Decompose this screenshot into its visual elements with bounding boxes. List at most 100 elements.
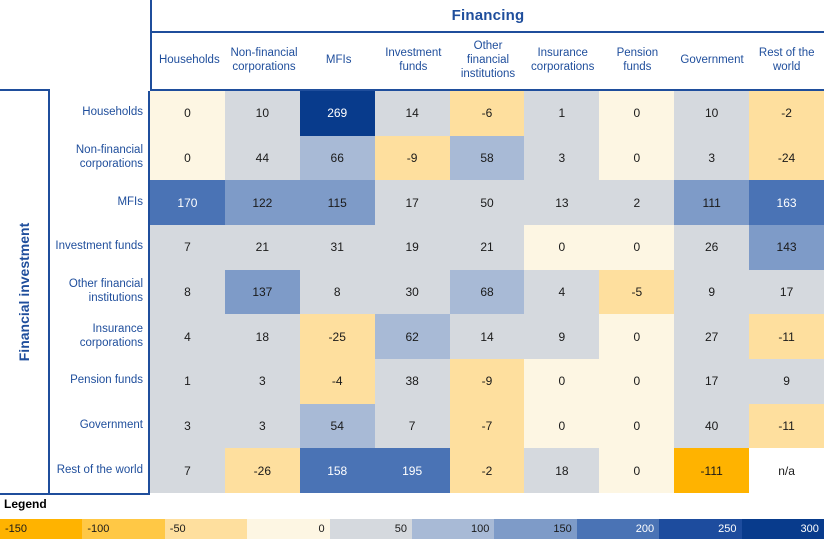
heatmap-cell: 10 xyxy=(224,91,300,136)
heatmap-cell: 26 xyxy=(674,224,750,270)
heatmap-cell: 1 xyxy=(150,358,225,404)
legend-tick-label: -50 xyxy=(169,523,186,535)
table-row: 7 -26 158 195 -2 18 0 -111 n/a xyxy=(150,448,824,493)
heatmap-cell: 2 xyxy=(599,180,675,225)
heatmap-cell: 163 xyxy=(749,180,824,225)
heatmap-cell: 21 xyxy=(224,224,300,270)
heatmap-cell: 0 xyxy=(599,135,675,181)
row-header: Investment funds xyxy=(55,240,143,253)
heatmap-cell: 170 xyxy=(150,180,225,225)
legend-tick-segment: 200 xyxy=(576,519,660,539)
column-header: Government xyxy=(680,54,744,67)
heatmap-cell: 44 xyxy=(224,135,300,181)
column-header: Investment funds xyxy=(385,47,442,73)
heatmap-cell: 31 xyxy=(299,224,375,270)
heatmap-cell: 137 xyxy=(224,269,300,315)
heatmap-cell: 17 xyxy=(674,358,750,404)
row-header: Pension funds xyxy=(70,374,143,387)
heatmap-cell: 19 xyxy=(374,224,450,270)
heatmap-cell: 8 xyxy=(299,269,375,315)
heatmap-cell: 111 xyxy=(674,180,750,225)
heatmap-cell: 21 xyxy=(449,224,525,270)
heatmap-cell: 17 xyxy=(374,180,450,225)
heatmap-cell: -24 xyxy=(749,135,824,181)
legend-tick-label: 200 xyxy=(635,523,655,535)
heatmap-cell: -11 xyxy=(749,403,824,449)
heatmap-cell: -9 xyxy=(449,358,525,404)
row-header: Government xyxy=(79,419,143,432)
heatmap-cell: 0 xyxy=(599,358,675,404)
heatmap-cell: 9 xyxy=(524,314,600,359)
heatmap-cell: 8 xyxy=(150,269,225,315)
heatmap-cell: 40 xyxy=(674,403,750,449)
column-header: Non-financial corporations xyxy=(230,47,298,73)
heatmap-cell: 27 xyxy=(674,314,750,359)
heatmap-cell: 14 xyxy=(374,91,450,136)
heatmap-cell: 13 xyxy=(524,180,600,225)
heatmap-cell: 17 xyxy=(749,269,824,315)
heatmap-cell: 30 xyxy=(374,269,450,315)
heatmap-cell: 9 xyxy=(674,269,750,315)
column-header: Other financial institutions xyxy=(460,40,516,80)
heatmap-cell: 3 xyxy=(674,135,750,181)
heatmap-cell: 7 xyxy=(150,224,225,270)
row-header: Non-financial corporations xyxy=(75,144,143,170)
heatmap-cell: 0 xyxy=(599,314,675,359)
heatmap-cell: 18 xyxy=(524,448,600,493)
legend-color-bar: -150 -100 -50 0 50 100 150 200 250 300 xyxy=(0,519,824,539)
heatmap-cell: 14 xyxy=(449,314,525,359)
table-row: 0 44 66 -9 58 3 0 3 -24 xyxy=(150,135,824,181)
heatmap-cell: 50 xyxy=(449,180,525,225)
row-header: Rest of the world xyxy=(56,463,143,476)
heatmap-cell: 269 xyxy=(299,91,375,136)
heatmap-cell: 10 xyxy=(674,91,750,136)
legend-tick-segment: 150 xyxy=(494,519,577,539)
heatmap-cell: 122 xyxy=(224,180,300,225)
heatmap-cell: 62 xyxy=(374,314,450,359)
heatmap-cell: 1 xyxy=(524,91,600,136)
column-header: Pension funds xyxy=(616,47,659,73)
row-header: Other financial institutions xyxy=(68,278,143,304)
heatmap-cell: -7 xyxy=(449,403,525,449)
heatmap-cell: 0 xyxy=(524,403,600,449)
heatmap-cell: 0 xyxy=(599,403,675,449)
table-row: 0 10 269 14 -6 1 0 10 -2 xyxy=(150,91,824,136)
heatmap-matrix-figure: Financing Households Non-financial corpor… xyxy=(0,0,824,539)
heatmap-cell: 0 xyxy=(150,91,225,136)
heatmap-cell: 58 xyxy=(449,135,525,181)
heatmap-cell: -4 xyxy=(299,358,375,404)
legend-title: Legend xyxy=(4,497,47,511)
column-header: Insurance corporations xyxy=(531,47,595,73)
heatmap-cell: -2 xyxy=(749,91,824,136)
legend-tick-segment: 100 xyxy=(411,519,495,539)
heatmap-cell: 7 xyxy=(150,448,225,493)
row-header: Households xyxy=(82,106,143,119)
heatmap-cell: -111 xyxy=(674,448,750,493)
table-row: 3 3 54 7 -7 0 0 40 -11 xyxy=(150,403,824,449)
heatmap-cell: 195 xyxy=(374,448,450,493)
heatmap-cell: 0 xyxy=(524,358,600,404)
heatmap-grid: 0 10 269 14 -6 1 0 10 -2 0 44 66 -9 58 3 0 3 -24 170 122 115… xyxy=(150,91,824,493)
heatmap-cell: -26 xyxy=(224,448,300,493)
heatmap-cell: 54 xyxy=(299,403,375,449)
heatmap-cell: 9 xyxy=(749,358,824,404)
financing-header-band: Financing xyxy=(150,0,824,33)
legend-tick-label: 300 xyxy=(800,523,819,535)
legend-tick-label: -150 xyxy=(5,523,28,535)
heatmap-cell: 68 xyxy=(449,269,525,315)
heatmap-cell: 115 xyxy=(299,180,375,225)
heatmap-cell: 38 xyxy=(374,358,450,404)
heatmap-cell: 3 xyxy=(524,135,600,181)
financial-investment-axis-title-box: Financial investment xyxy=(0,91,48,493)
legend-tick-label: 100 xyxy=(470,523,490,535)
heatmap-cell: 143 xyxy=(749,224,824,270)
table-row: 4 18 -25 62 14 9 0 27 -11 xyxy=(150,314,824,359)
financing-title: Financing xyxy=(451,7,525,24)
legend-tick-segment: 0 xyxy=(247,519,330,539)
column-header-row: Households Non-financial corporations MFIs… xyxy=(150,33,824,91)
legend-tick-segment: -150 xyxy=(0,519,83,539)
legend-tick-label: 250 xyxy=(718,523,737,535)
column-header: Rest of the world xyxy=(758,47,815,73)
row-label-column: Households Non-financial corporations MFIs… xyxy=(48,91,150,493)
heatmap-cell: 4 xyxy=(524,269,600,315)
